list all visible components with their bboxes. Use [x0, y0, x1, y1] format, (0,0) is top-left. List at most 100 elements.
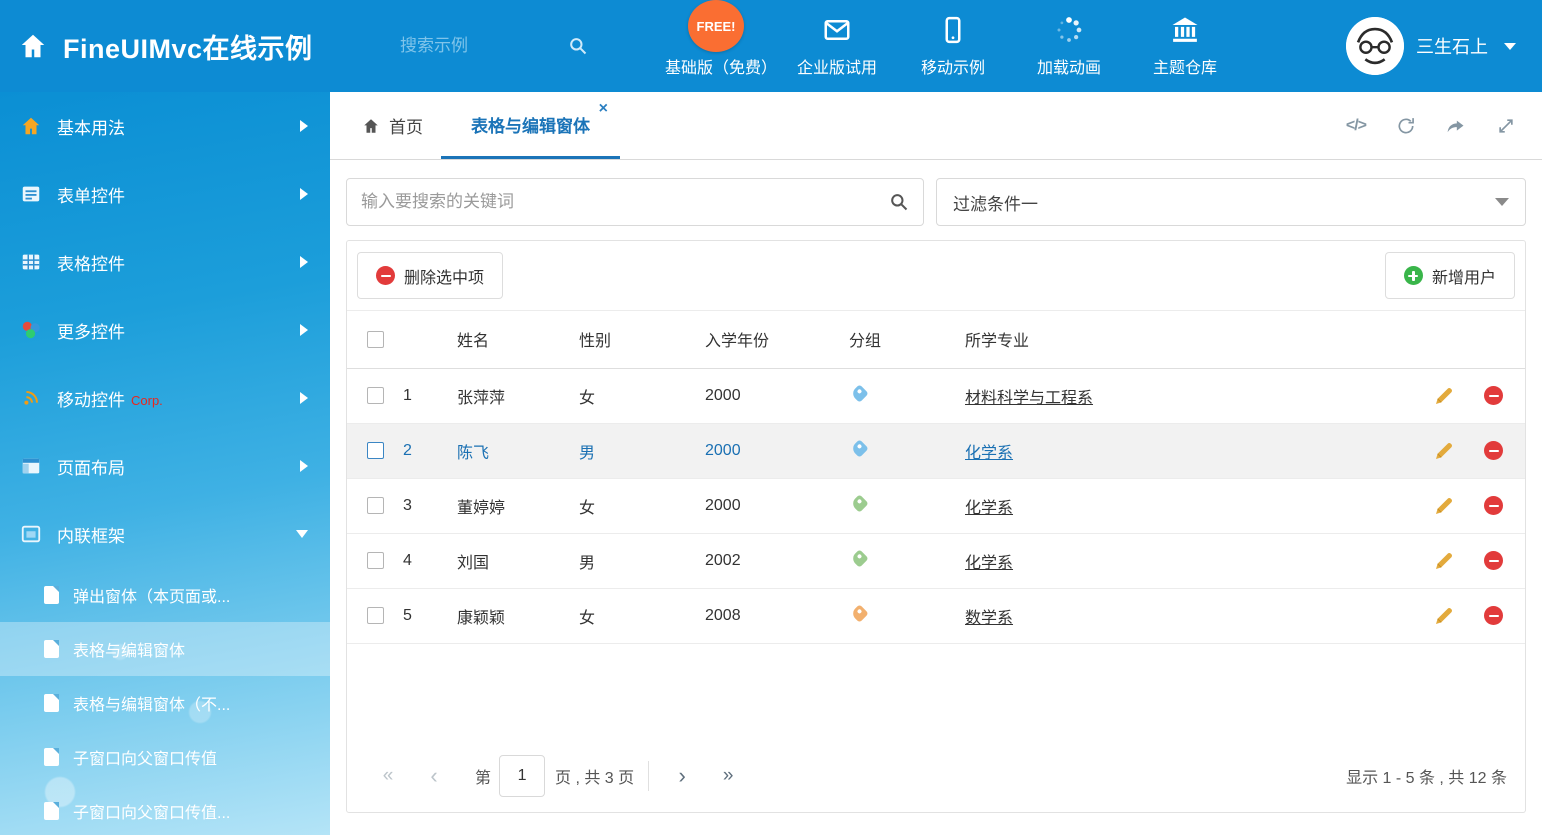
nav-item-loading-animation[interactable]: 加载动画 [1011, 15, 1127, 78]
sidebar-subitem-child-to-parent-2[interactable]: 子窗口向父窗口传值... [0, 784, 330, 835]
tab-label: 首页 [389, 113, 423, 138]
sidebar-item-more-controls[interactable]: 更多控件 [0, 296, 330, 364]
nav-item-theme-repo[interactable]: 主题仓库 [1127, 15, 1243, 78]
select-all-checkbox[interactable] [367, 331, 384, 348]
chevron-right-icon [300, 460, 308, 472]
pager-divider [648, 761, 649, 791]
cubes-icon [20, 319, 42, 341]
sidebar-item-basic-usage[interactable]: 基本用法 [0, 92, 330, 160]
nav-item-enterprise-trial[interactable]: 企业版试用 [779, 15, 895, 78]
search-icon[interactable] [568, 36, 588, 56]
chevron-right-icon [300, 324, 308, 336]
chevron-right-icon [300, 188, 308, 200]
sidebar-item-grid-controls[interactable]: 表格控件 [0, 228, 330, 296]
close-icon[interactable] [599, 101, 608, 117]
cell-gender: 女 [579, 368, 705, 423]
row-index: 5 [403, 588, 457, 643]
user-menu[interactable]: 三生石上 [1346, 17, 1542, 75]
avatar [1346, 17, 1404, 75]
table-row[interactable]: 4 刘国 男 2002 化学系 [347, 533, 1525, 588]
layout-icon [20, 455, 42, 477]
header-search-input[interactable] [400, 36, 550, 56]
chevron-down-icon [296, 530, 308, 538]
sidebar-subitem-child-to-parent[interactable]: 子窗口向父窗口传值 [0, 730, 330, 784]
table-row[interactable]: 5 康颖颖 女 2008 数学系 [347, 588, 1525, 643]
top-header: FineUIMvc在线示例 FREE! 基础版（免费） 企业版试用 移动示例 加… [0, 0, 1542, 92]
major-link[interactable]: 数学系 [965, 610, 1013, 627]
open-in-new-icon[interactable] [1446, 116, 1466, 136]
nav-label: 基础版（免费） [665, 54, 777, 78]
filter-dropdown[interactable]: 过滤条件一 [936, 178, 1526, 226]
table-row[interactable]: 3 董婷婷 女 2000 化学系 [347, 478, 1525, 533]
next-page-button[interactable] [659, 763, 705, 789]
cell-name: 刘国 [457, 533, 579, 588]
add-user-button[interactable]: 新增用户 [1385, 252, 1515, 299]
cell-year: 2000 [705, 368, 849, 423]
prev-page-button[interactable] [411, 763, 457, 789]
edit-icon[interactable] [1434, 551, 1454, 571]
sidebar-subitem-label: 子窗口向父窗口传值... [73, 799, 230, 823]
plus-circle-icon [1404, 266, 1423, 285]
major-link[interactable]: 化学系 [965, 555, 1013, 572]
sidebar-item-page-layout[interactable]: 页面布局 [0, 432, 330, 500]
row-checkbox[interactable] [367, 497, 384, 514]
frame-icon [20, 523, 42, 545]
sidebar-subitem-popup-window[interactable]: 弹出窗体（本页面或... [0, 568, 330, 622]
envelope-icon [822, 15, 852, 45]
delete-icon[interactable] [1484, 496, 1503, 515]
page-number-input[interactable] [499, 755, 545, 797]
add-user-label: 新增用户 [1432, 264, 1496, 288]
home-icon [18, 31, 48, 61]
delete-icon[interactable] [1484, 386, 1503, 405]
users-table: 姓名 性别 入学年份 分组 所学专业 1 张萍萍 女 2000 [347, 311, 1525, 644]
grid-panel: 删除选中项 新增用户 姓名 性别 入学年份 [346, 240, 1526, 813]
major-link[interactable]: 化学系 [965, 445, 1013, 462]
sidebar-subitem-grid-edit-window-2[interactable]: 表格与编辑窗体（不... [0, 676, 330, 730]
nav-label: 企业版试用 [797, 54, 877, 78]
nav-item-mobile-demo[interactable]: 移动示例 [895, 15, 1011, 78]
delete-icon[interactable] [1484, 606, 1503, 625]
tab-grid-edit-window[interactable]: 表格与编辑窗体 [441, 92, 620, 159]
major-link[interactable]: 材料科学与工程系 [965, 390, 1093, 407]
edit-icon[interactable] [1434, 606, 1454, 626]
refresh-icon[interactable] [1396, 116, 1416, 136]
chevron-right-icon [300, 120, 308, 132]
column-header-gender: 性别 [579, 311, 705, 368]
edit-icon[interactable] [1434, 441, 1454, 461]
page-total-label: 页 , 共 3 页 [555, 764, 634, 788]
sidebar-subitem-grid-edit-window[interactable]: 表格与编辑窗体 [0, 622, 330, 676]
sidebar-item-form-controls[interactable]: 表单控件 [0, 160, 330, 228]
first-page-button[interactable] [365, 765, 411, 787]
sidebar-item-mobile-controls[interactable]: 移动控件 Corp. [0, 364, 330, 432]
edit-icon[interactable] [1434, 496, 1454, 516]
cell-gender: 男 [579, 423, 705, 478]
last-page-button[interactable] [705, 765, 751, 787]
tab-home[interactable]: 首页 [344, 92, 441, 159]
table-row[interactable]: 2 陈飞 男 2000 化学系 [347, 423, 1525, 478]
chevron-down-icon [1504, 43, 1516, 50]
fullscreen-icon[interactable] [1496, 116, 1516, 136]
major-link[interactable]: 化学系 [965, 500, 1013, 517]
delete-icon[interactable] [1484, 551, 1503, 570]
search-icon[interactable] [889, 192, 909, 212]
row-checkbox[interactable] [367, 552, 384, 569]
sidebar-item-label: 页面布局 [57, 454, 125, 479]
sidebar-item-label: 更多控件 [57, 318, 125, 343]
table-row[interactable]: 1 张萍萍 女 2000 材料科学与工程系 [347, 368, 1525, 423]
source-code-icon[interactable]: </> [1346, 117, 1366, 135]
row-checkbox[interactable] [367, 607, 384, 624]
sidebar-item-iframe[interactable]: 内联框架 [0, 500, 330, 568]
edit-icon[interactable] [1434, 386, 1454, 406]
delete-selected-label: 删除选中项 [404, 264, 484, 288]
delete-icon[interactable] [1484, 441, 1503, 460]
sidebar: 基本用法 表单控件 表格控件 更多控件 移动控件 Corp. 页面布局 [0, 92, 330, 835]
brand[interactable]: FineUIMvc在线示例 [0, 27, 400, 66]
keyword-search-input[interactable] [361, 192, 889, 212]
delete-selected-button[interactable]: 删除选中项 [357, 252, 503, 299]
sidebar-subitem-label: 子窗口向父窗口传值 [73, 745, 217, 769]
cell-year: 2002 [705, 533, 849, 588]
tag-icon [850, 549, 868, 567]
row-checkbox[interactable] [367, 387, 384, 404]
sidebar-item-label: 表格控件 [57, 250, 125, 275]
row-checkbox[interactable] [367, 442, 384, 459]
